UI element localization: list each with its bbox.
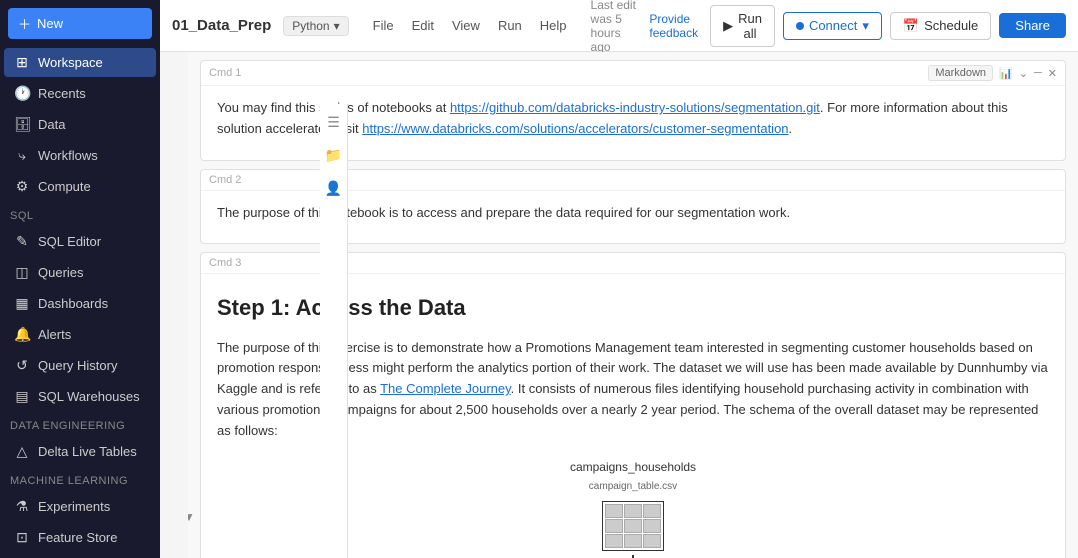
sidebar-item-query-history[interactable]: ↺ Query History	[4, 351, 156, 380]
alerts-icon: 🔔	[14, 326, 30, 343]
notebook-gutter: ☰ 📁 👤	[320, 104, 348, 558]
data-icon: 🗄	[14, 116, 30, 133]
delta-icon: △	[14, 443, 30, 460]
data-engineering-section-label: Data Engineering	[0, 412, 160, 436]
sidebar-item-label: Alerts	[38, 327, 71, 342]
experiments-icon: ⚗	[14, 498, 30, 515]
gutter-folder-icon[interactable]: 📁	[325, 147, 342, 164]
schedule-label: Schedule	[924, 18, 978, 33]
sidebar-item-label: Feature Store	[38, 530, 118, 545]
sidebar-item-label: SQL Editor	[38, 234, 101, 249]
workflows-icon: ⤷	[14, 147, 30, 164]
github-link[interactable]: https://github.com/databricks-industry-s…	[450, 100, 820, 115]
sidebar-item-label: Workspace	[38, 55, 103, 70]
minimize-icon-1[interactable]: ─	[1034, 67, 1042, 79]
machine-learning-section-label: Machine Learning	[0, 467, 160, 491]
cell-number-1: Cmd 1	[209, 67, 241, 79]
sidebar-item-compute[interactable]: ⚙ Compute	[4, 172, 156, 201]
main-area: 01_Data_Prep Python ▾ File Edit View Run…	[160, 0, 1078, 558]
sidebar-item-alerts[interactable]: 🔔 Alerts	[4, 320, 156, 349]
sidebar-item-delta-live-tables[interactable]: △ Delta Live Tables	[4, 437, 156, 466]
cell-number-3: Cmd 3	[209, 257, 241, 269]
sidebar-item-label: Compute	[38, 179, 91, 194]
journey-link[interactable]: The Complete Journey	[380, 381, 511, 396]
sql-editor-icon: ✎	[14, 233, 30, 250]
new-label: New	[37, 16, 63, 31]
workspace-icon: ⊞	[14, 54, 30, 71]
connect-label: Connect	[809, 18, 857, 33]
menu-view[interactable]: View	[444, 14, 488, 37]
run-all-button[interactable]: ▶ Run all	[710, 5, 775, 47]
cell-controls-1: Markdown 📊 ⌄ ─ ✕	[928, 65, 1057, 81]
share-button[interactable]: Share	[999, 13, 1066, 38]
language-selector[interactable]: Python ▾	[283, 16, 348, 36]
menubar: File Edit View Run Help	[365, 14, 575, 37]
schedule-button[interactable]: 📅 Schedule	[890, 12, 991, 40]
markdown-badge-1: Markdown	[928, 65, 993, 81]
new-button[interactable]: ＋ New	[8, 8, 152, 39]
menu-run[interactable]: Run	[490, 14, 530, 37]
sql-section-label: SQL	[0, 202, 160, 226]
sidebar-item-feature-store[interactable]: ⊡ Feature Store	[4, 523, 156, 552]
compute-icon: ⚙	[14, 178, 30, 195]
calendar-icon: 📅	[903, 18, 919, 34]
query-history-icon: ↺	[14, 357, 30, 374]
connect-status-dot	[796, 22, 804, 30]
sidebar-item-dashboards[interactable]: ▦ Dashboards	[4, 289, 156, 318]
sidebar-item-label: Workflows	[38, 148, 98, 163]
run-all-label: Run all	[738, 11, 762, 41]
recents-icon: 🕐	[14, 85, 30, 102]
menu-help[interactable]: Help	[532, 14, 575, 37]
databricks-link[interactable]: https://www.databricks.com/solutions/acc…	[362, 121, 788, 136]
sidebar-item-models[interactable]: ◈ Models	[4, 554, 156, 558]
chart-icon-1[interactable]: 📊	[999, 67, 1013, 80]
sidebar: ＋ New ⊞ Workspace 🕐 Recents 🗄 Data ⤷ Wor…	[0, 0, 160, 558]
topbar: 01_Data_Prep Python ▾ File Edit View Run…	[160, 0, 1078, 52]
menu-edit[interactable]: Edit	[404, 14, 442, 37]
sidebar-item-workspace[interactable]: ⊞ Workspace	[4, 48, 156, 77]
notebook-title: 01_Data_Prep	[172, 17, 271, 34]
feature-store-icon: ⊡	[14, 529, 30, 546]
sidebar-item-label: Data	[38, 117, 65, 132]
campaigns-households-label: campaigns_households	[570, 458, 696, 477]
sidebar-item-queries[interactable]: ◫ Queries	[4, 258, 156, 287]
connect-chevron-icon: ▾	[862, 18, 869, 34]
cell-number-2: Cmd 2	[209, 174, 241, 186]
gutter-people-icon[interactable]: 👤	[325, 180, 342, 197]
sidebar-item-sql-warehouses[interactable]: ▤ SQL Warehouses	[4, 382, 156, 411]
close-icon-1[interactable]: ✕	[1048, 67, 1057, 80]
chevron-down-icon: ▾	[334, 19, 340, 33]
sidebar-item-data[interactable]: 🗄 Data	[4, 110, 156, 139]
campaigns-households-table	[602, 501, 664, 551]
sidebar-item-label: Queries	[38, 265, 84, 280]
sidebar-item-label: Delta Live Tables	[38, 444, 137, 459]
connect-button[interactable]: Connect ▾	[783, 12, 882, 40]
campaign-table-csv-label: campaign_table.csv	[589, 479, 677, 495]
collapse-button-3[interactable]: ▼	[188, 510, 195, 524]
gutter-list-icon[interactable]: ☰	[327, 114, 340, 131]
menu-file[interactable]: File	[365, 14, 402, 37]
sidebar-item-label: Dashboards	[38, 296, 108, 311]
topbar-actions: ▶ Run all Connect ▾ 📅 Schedule Share	[710, 5, 1066, 47]
sidebar-item-label: Experiments	[38, 499, 110, 514]
play-icon: ▶	[723, 18, 733, 34]
sidebar-item-experiments[interactable]: ⚗ Experiments	[4, 492, 156, 521]
last-edit-text: Last edit was 5 hours ago	[591, 0, 638, 54]
queries-icon: ◫	[14, 264, 30, 281]
sidebar-item-label: Recents	[38, 86, 86, 101]
feedback-link[interactable]: Provide feedback	[649, 12, 698, 40]
dashboards-icon: ▦	[14, 295, 30, 312]
sidebar-item-sql-editor[interactable]: ✎ SQL Editor	[4, 227, 156, 256]
plus-icon: ＋	[18, 14, 31, 33]
language-label: Python	[292, 19, 329, 33]
campaigns-households-node: campaigns_households campaign_table.csv	[570, 458, 696, 555]
sidebar-item-label: Query History	[38, 358, 117, 373]
sql-warehouses-icon: ▤	[14, 388, 30, 405]
sidebar-item-workflows[interactable]: ⤷ Workflows	[4, 141, 156, 170]
sidebar-item-label: SQL Warehouses	[38, 389, 140, 404]
cell-header-1: Cmd 1 Markdown 📊 ⌄ ─ ✕	[201, 61, 1065, 86]
sidebar-item-recents[interactable]: 🕐 Recents	[4, 79, 156, 108]
expand-icon-1[interactable]: ⌄	[1019, 67, 1028, 80]
